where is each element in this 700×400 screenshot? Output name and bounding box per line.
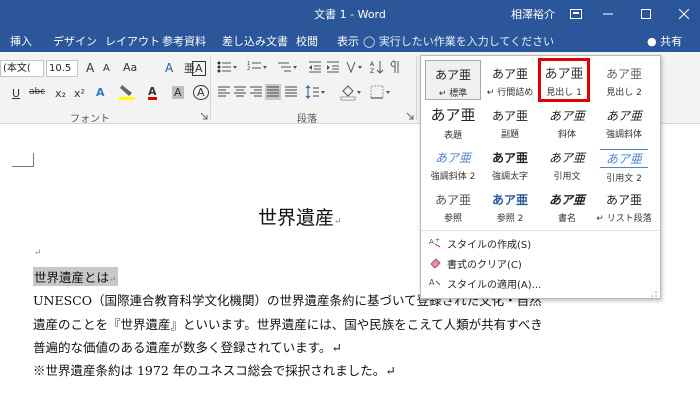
share-label: 共有	[660, 35, 683, 48]
eraser-icon	[429, 256, 441, 269]
superscript-button[interactable]: x²	[74, 87, 85, 100]
apply-styles-menu-item[interactable]: A スタイルの適用(A)...	[421, 273, 660, 293]
body-line-2[interactable]: 遺産のことを『世界遺産』といいます。世界遺産には、国や民族をこえて人類が共有すべ…	[33, 314, 543, 333]
style-heading-2[interactable]: あア亜 見出し 2	[596, 60, 652, 100]
empty-paragraph-mark: ↵	[34, 248, 42, 258]
sort-icon[interactable]: AZ	[370, 60, 384, 75]
lightbulb-icon: ◯	[363, 35, 376, 48]
svg-text:A: A	[429, 238, 434, 246]
ribbon-tabs: 挿入 デザイン レイアウト 参考資料 差し込み文書 校閲 表示 ◯ 実行したい作…	[0, 28, 700, 52]
title-bar: 文書 1 - Word 相澤裕介	[0, 0, 700, 28]
body-line-3[interactable]: 普遍的な価値のある遺産が数多く登録されています。↵	[33, 337, 342, 356]
menu-divider	[421, 230, 660, 231]
crop-mark	[12, 166, 34, 167]
tab-layout[interactable]: レイアウト	[105, 33, 160, 49]
style-normal[interactable]: あア亜 ↵ 標準	[425, 60, 481, 100]
decrease-indent-icon[interactable]	[308, 60, 322, 74]
borders-icon[interactable]	[370, 85, 390, 99]
char-shading-button[interactable]: A	[172, 86, 184, 99]
style-title[interactable]: あア亜 表題	[425, 102, 481, 142]
tab-insert[interactable]: 挿入	[10, 33, 32, 49]
create-style-menu-item[interactable]: A + スタイルの作成(S)	[421, 233, 660, 253]
align-left-icon[interactable]	[217, 85, 231, 99]
style-intense-quote[interactable]: あア亜 引用文 2	[596, 144, 652, 184]
strikethrough-button[interactable]: abc	[29, 87, 45, 97]
font-group-label: フォント	[70, 114, 110, 125]
style-list-paragraph[interactable]: あア亜 ↵ リスト段落	[596, 186, 652, 226]
char-border-button[interactable]: A	[192, 61, 206, 76]
tell-me-box[interactable]: ◯ 実行したい作業を入力してください	[363, 33, 554, 49]
style-book-title[interactable]: あア亜 書名	[539, 186, 595, 226]
share-button[interactable]: ● 共有	[647, 33, 682, 49]
resize-grip-icon[interactable]	[650, 288, 658, 301]
group-divider	[416, 56, 417, 120]
enclose-char-button[interactable]: A	[193, 85, 209, 100]
person-icon: ●	[647, 35, 657, 48]
svg-text:A: A	[370, 61, 375, 68]
subscript-button[interactable]: x₂	[55, 87, 66, 100]
body-line-4[interactable]: ※世界遺産条約は 1972 年のユネスコ総会で採択されました。↵	[33, 360, 396, 379]
tab-references[interactable]: 参考資料	[162, 33, 206, 49]
style-no-spacing[interactable]: あア亜 ↵ 行間詰め	[482, 60, 538, 100]
svg-text:+: +	[435, 237, 440, 244]
align-right-icon[interactable]	[249, 85, 263, 99]
font-name-combo[interactable]: (本文(	[0, 60, 44, 77]
tab-mailings[interactable]: 差し込み文書	[222, 33, 288, 49]
svg-text:A: A	[429, 278, 435, 287]
crop-mark	[33, 153, 34, 167]
font-dialog-launcher-icon[interactable]	[200, 110, 214, 124]
distributed-icon[interactable]	[284, 85, 298, 99]
shading-icon[interactable]	[340, 85, 361, 101]
bullets-icon[interactable]	[217, 60, 237, 74]
numbering-icon[interactable]: 12	[247, 60, 267, 74]
tab-review[interactable]: 校閲	[296, 33, 318, 49]
style-subtle-reference[interactable]: あア亜 参照	[425, 186, 481, 226]
document-title[interactable]: 世界遺産↵	[258, 203, 342, 230]
tab-view[interactable]: 表示	[337, 33, 359, 49]
increase-indent-icon[interactable]	[326, 60, 340, 74]
style-intense-emphasis-2[interactable]: あア亜 強調斜体 2	[425, 144, 481, 184]
style-heading-1[interactable]: あア亜 見出し 1	[538, 58, 590, 102]
style-subtitle[interactable]: あア亜 副題	[482, 102, 538, 142]
styles-gallery: あア亜 ↵ 標準 あア亜 ↵ 行間詰め あア亜 見出し 1 あア亜 見出し 2 …	[420, 55, 661, 299]
style-strong[interactable]: あア亜 強調太字	[482, 144, 538, 184]
multilevel-list-icon[interactable]	[277, 60, 297, 74]
change-case-button[interactable]: Aa	[123, 61, 137, 74]
show-formatting-icon[interactable]	[390, 60, 404, 74]
justify-icon[interactable]	[265, 84, 281, 100]
clear-formatting-menu-item[interactable]: 書式のクリア(C)	[421, 253, 660, 273]
shrink-font-button[interactable]: A	[103, 63, 110, 74]
ribbon-display-icon[interactable]	[561, 0, 591, 28]
maximize-icon[interactable]	[631, 0, 661, 28]
create-style-icon: A +	[429, 236, 441, 248]
line-spacing-icon[interactable]	[305, 85, 325, 99]
asian-layout-icon[interactable]	[345, 60, 362, 74]
tab-design[interactable]: デザイン	[53, 33, 97, 49]
svg-text:Z: Z	[370, 68, 374, 74]
user-name[interactable]: 相澤裕介	[511, 6, 555, 22]
align-center-icon[interactable]	[233, 85, 247, 99]
underline-button[interactable]: U	[12, 87, 20, 100]
style-intense-emphasis[interactable]: あア亜 強調斜体	[596, 102, 652, 142]
clear-format-button[interactable]: A	[165, 61, 173, 75]
highlight-icon[interactable]	[118, 83, 138, 104]
style-intense-reference[interactable]: あア亜 参照 2	[482, 186, 538, 226]
minimize-icon[interactable]	[593, 0, 623, 28]
paragraph-dialog-launcher-icon[interactable]	[406, 110, 420, 124]
font-size-combo[interactable]: 10.5	[46, 60, 78, 77]
font-color-button[interactable]: A	[148, 86, 157, 100]
svg-text:2: 2	[247, 66, 250, 72]
paragraph-group-label: 段落	[297, 114, 317, 125]
document-heading-selected[interactable]: 世界遺産とは↵	[33, 267, 118, 286]
tell-me-text: 実行したい作業を入力してください	[378, 35, 555, 48]
apply-style-icon: A	[429, 276, 441, 288]
grow-font-button[interactable]: A	[86, 61, 94, 75]
style-emphasis[interactable]: あア亜 斜体	[539, 102, 595, 142]
group-divider	[210, 56, 211, 120]
text-effect-button[interactable]: A	[96, 86, 105, 99]
close-icon[interactable]	[669, 0, 699, 28]
style-quote[interactable]: あア亜 引用文	[539, 144, 595, 184]
